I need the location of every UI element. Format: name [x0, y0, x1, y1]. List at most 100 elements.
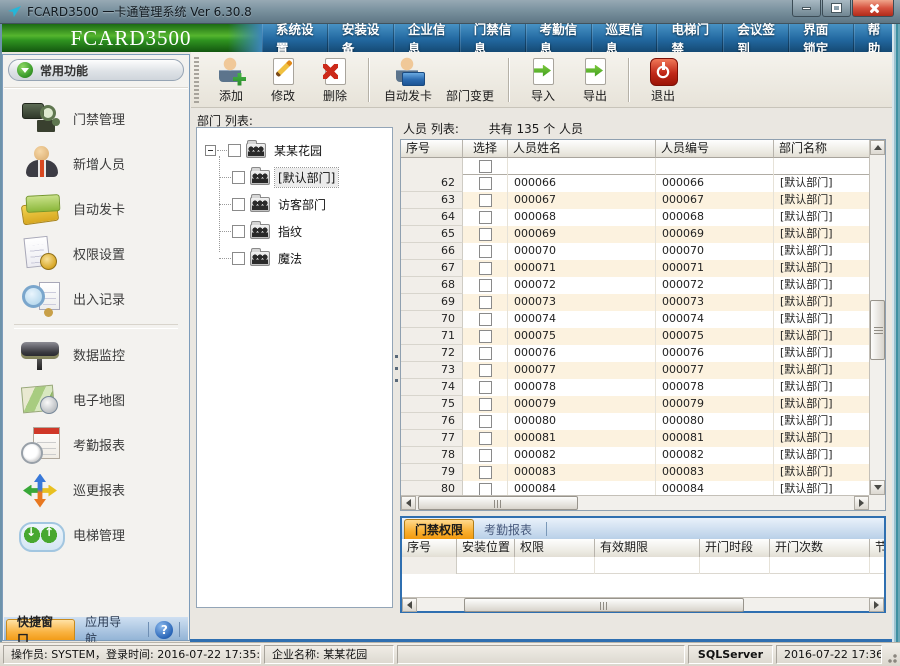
- column-header[interactable]: 权限: [515, 539, 595, 557]
- toolbar-button[interactable]: 删除: [309, 54, 361, 106]
- table-row[interactable]: 64 000068 000068 [默认部门]: [401, 209, 869, 226]
- tab-access-permission[interactable]: 门禁权限: [404, 519, 474, 539]
- menu-item[interactable]: 企业信息: [394, 24, 460, 52]
- toolbar-button[interactable]: 添加: [205, 54, 257, 106]
- column-header[interactable]: 开门次数: [770, 539, 870, 557]
- row-checkbox[interactable]: [479, 466, 492, 479]
- column-header[interactable]: 安装位置: [457, 539, 515, 557]
- sidebar-header[interactable]: 常用功能: [8, 59, 184, 81]
- menu-item[interactable]: 安装设备: [328, 24, 394, 52]
- scroll-right-button[interactable]: [854, 496, 869, 510]
- row-checkbox[interactable]: [479, 279, 492, 292]
- minimize-button[interactable]: [792, 0, 821, 17]
- horizontal-scrollbar[interactable]: [402, 597, 884, 611]
- column-header[interactable]: 人员姓名: [508, 140, 656, 158]
- menu-item[interactable]: 巡更信息: [592, 24, 658, 52]
- select-all-checkbox[interactable]: [479, 160, 492, 173]
- scrollbar-thumb[interactable]: [418, 496, 578, 510]
- tree-root-checkbox[interactable]: [228, 144, 241, 157]
- tree-node-checkbox[interactable]: [232, 171, 245, 184]
- collapse-icon[interactable]: [17, 62, 33, 78]
- tree-node[interactable]: [默认部门]: [219, 164, 392, 191]
- table-row[interactable]: 73 000077 000077 [默认部门]: [401, 362, 869, 379]
- row-checkbox[interactable]: [479, 330, 492, 343]
- toolbar-button[interactable]: 退出: [637, 54, 689, 106]
- scroll-up-button[interactable]: [870, 140, 885, 155]
- menu-item[interactable]: 会议签到: [723, 24, 789, 52]
- tree-node-checkbox[interactable]: [232, 225, 245, 238]
- column-header[interactable]: 开门时段: [700, 539, 770, 557]
- column-header[interactable]: 序号: [402, 539, 457, 557]
- tab-attendance-report[interactable]: 考勤报表: [474, 519, 542, 539]
- maximize-button[interactable]: [822, 0, 851, 17]
- table-row[interactable]: 71 000075 000075 [默认部门]: [401, 328, 869, 345]
- toolbar-button[interactable]: 部门变更: [439, 54, 501, 106]
- table-row[interactable]: 78 000082 000082 [默认部门]: [401, 447, 869, 464]
- row-checkbox[interactable]: [479, 296, 492, 309]
- menu-item[interactable]: 系统设置: [262, 24, 328, 52]
- tree-root-node[interactable]: 某某花园: [205, 136, 392, 164]
- sidebar-item[interactable]: 出入记录: [4, 276, 188, 321]
- column-header[interactable]: 选择: [463, 140, 508, 158]
- toolbar-button[interactable]: [508, 58, 510, 102]
- table-row[interactable]: 66 000070 000070 [默认部门]: [401, 243, 869, 260]
- menu-item[interactable]: 界面锁定: [789, 24, 853, 52]
- resize-grip[interactable]: [885, 651, 898, 664]
- panel-splitter[interactable]: [395, 355, 398, 389]
- tab-quick-window[interactable]: 快捷窗口: [6, 619, 75, 640]
- row-checkbox[interactable]: [479, 245, 492, 258]
- toolbar-button[interactable]: 导出: [569, 54, 621, 106]
- filter-row[interactable]: [401, 158, 869, 175]
- scrollbar-thumb[interactable]: [870, 300, 885, 360]
- row-checkbox[interactable]: [479, 483, 492, 495]
- column-header[interactable]: 人员编号: [656, 140, 774, 158]
- toolbar-button[interactable]: 导入: [517, 54, 569, 106]
- horizontal-scrollbar[interactable]: [401, 495, 869, 510]
- help-icon[interactable]: [155, 621, 173, 639]
- row-checkbox[interactable]: [479, 449, 492, 462]
- scrollbar-thumb[interactable]: [464, 598, 744, 612]
- sidebar-item[interactable]: 巡更报表: [4, 467, 188, 512]
- sidebar-item[interactable]: 数据监控: [4, 332, 188, 377]
- row-checkbox[interactable]: [479, 432, 492, 445]
- tree-node-checkbox[interactable]: [232, 198, 245, 211]
- row-checkbox[interactable]: [479, 262, 492, 275]
- toolbar-button[interactable]: [368, 58, 370, 102]
- tree-expander-icon[interactable]: [205, 145, 216, 156]
- row-checkbox[interactable]: [479, 347, 492, 360]
- scroll-down-button[interactable]: [870, 480, 885, 495]
- toolbar-button[interactable]: 自动发卡: [377, 54, 439, 106]
- table-row[interactable]: 79 000083 000083 [默认部门]: [401, 464, 869, 481]
- table-row[interactable]: 72 000076 000076 [默认部门]: [401, 345, 869, 362]
- sidebar-item[interactable]: 电子地图: [4, 377, 188, 422]
- toolbar-button[interactable]: 修改: [257, 54, 309, 106]
- tree-node-checkbox[interactable]: [232, 252, 245, 265]
- scroll-right-button[interactable]: [869, 598, 884, 612]
- row-checkbox[interactable]: [479, 194, 492, 207]
- sidebar-item[interactable]: 自动发卡: [4, 186, 188, 231]
- toolbar-button[interactable]: [628, 58, 630, 102]
- tree-node[interactable]: 指纹: [219, 218, 392, 245]
- menu-item[interactable]: 电梯门禁: [657, 24, 723, 52]
- table-row[interactable]: 67 000071 000071 [默认部门]: [401, 260, 869, 277]
- row-checkbox[interactable]: [479, 415, 492, 428]
- row-checkbox[interactable]: [479, 364, 492, 377]
- sidebar-item[interactable]: 权限设置: [4, 231, 188, 276]
- sidebar-item[interactable]: 新增人员: [4, 141, 188, 186]
- sidebar-item[interactable]: 考勤报表: [4, 422, 188, 467]
- scroll-left-button[interactable]: [401, 496, 416, 510]
- table-row[interactable]: 68 000072 000072 [默认部门]: [401, 277, 869, 294]
- table-row[interactable]: 76 000080 000080 [默认部门]: [401, 413, 869, 430]
- row-checkbox[interactable]: [479, 177, 492, 190]
- table-row[interactable]: 65 000069 000069 [默认部门]: [401, 226, 869, 243]
- table-row[interactable]: 62 000066 000066 [默认部门]: [401, 175, 869, 192]
- menu-item[interactable]: 门禁信息: [460, 24, 526, 52]
- table-row[interactable]: 69 000073 000073 [默认部门]: [401, 294, 869, 311]
- table-row[interactable]: 77 000081 000081 [默认部门]: [401, 430, 869, 447]
- table-row[interactable]: 75 000079 000079 [默认部门]: [401, 396, 869, 413]
- row-checkbox[interactable]: [479, 381, 492, 394]
- menu-item[interactable]: 考勤信息: [526, 24, 592, 52]
- table-row[interactable]: 70 000074 000074 [默认部门]: [401, 311, 869, 328]
- tab-app-navigation[interactable]: 应用导航: [75, 619, 142, 640]
- row-checkbox[interactable]: [479, 228, 492, 241]
